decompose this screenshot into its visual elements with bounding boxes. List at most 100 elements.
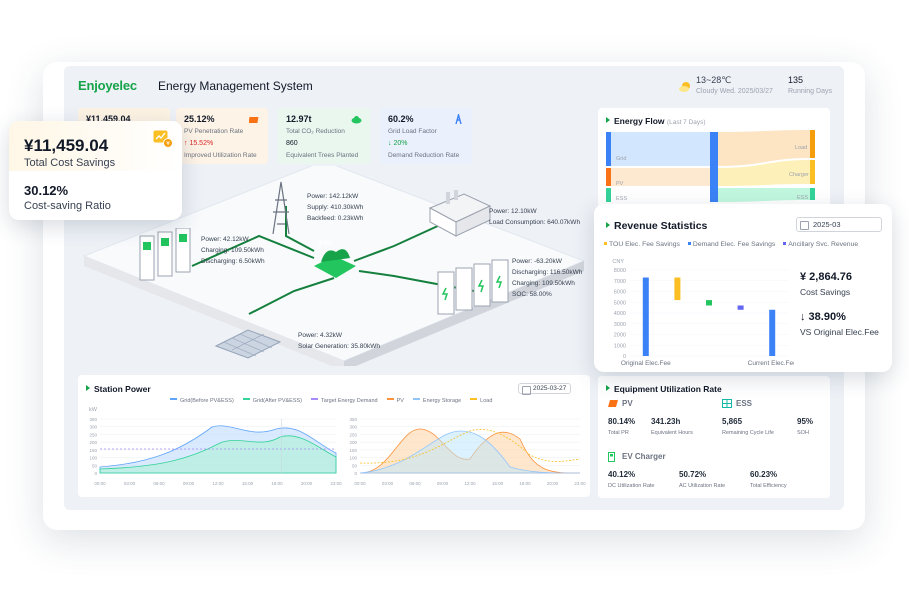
legend-label: PV (396, 398, 404, 404)
ev-dc-label: DC Utilization Rate (608, 483, 655, 489)
station-power-legend-item[interactable]: Energy Storage (412, 398, 462, 404)
kpi-card-pv-penetration[interactable]: 25.12% PV Penetration Rate ↑ 15.52% Impr… (176, 108, 268, 164)
ev-charger-icon (608, 452, 615, 462)
waterfall-bar (737, 305, 744, 310)
station-power-legend-item[interactable]: Grid(Before PV&ESS) (170, 398, 234, 404)
cost-savings-card[interactable]: ¥11,459.04 Total Cost Savings ¥ 30.12% C… (9, 121, 182, 220)
kpi-card-grid-load[interactable]: 60.2% Grid Load Factor ↓ 20% Demand Redu… (380, 108, 472, 164)
revenue-savings-label: Cost Savings (800, 287, 851, 297)
revenue-title: Revenue Statistics (606, 220, 707, 232)
building-illustration (428, 190, 492, 237)
y-tick-label: 4000 (614, 311, 626, 317)
y-tick-label: 200 (349, 440, 357, 445)
kpi-label: Total CO₂ Reduction (286, 128, 345, 135)
station-power-legend-item[interactable]: Load (470, 398, 492, 404)
x-tick-label: 23:00 (330, 481, 342, 486)
y-tick-label: 0 (94, 471, 97, 476)
calendar-icon (522, 386, 531, 395)
legend-label: Demand Elec. Fee Savings (692, 241, 776, 248)
grid-flow-info: Power: 142.12kW Supply: 410.30kWh Backfe… (307, 191, 363, 224)
x-tick-label: 09:00 (437, 481, 449, 486)
y-tick-label: 2000 (614, 333, 626, 339)
brand-logo: Enjoyelec (78, 78, 137, 93)
ess-power-text: Power: -63.20kW (512, 258, 562, 265)
revenue-statistics-card: Revenue Statistics 2025-03 TOU Elec. Fee… (594, 204, 892, 372)
sankey-source-ess: ESS (616, 196, 628, 202)
x-tick-label: 12:00 (212, 481, 224, 486)
revenue-date: 2025-03 (813, 220, 841, 229)
pv-equiv-hours-value: 341.23h (651, 417, 681, 426)
ess-battery-illustration (437, 259, 509, 315)
kpi-sublabel: Demand Reduction Rate (388, 152, 460, 159)
revenue-savings-value: ¥ 2,864.76 (800, 271, 852, 283)
x-tick-label: 03:00 (382, 481, 394, 486)
y-tick-label: 350 (89, 417, 97, 422)
svg-text:¥: ¥ (166, 141, 170, 148)
y-tick-label: 250 (89, 432, 97, 437)
y-tick-label: 300 (89, 425, 97, 430)
total-cost-savings-value: ¥11,459.04 (24, 136, 109, 155)
pv-generation-text: Solar Generation: 35.80kWh (298, 343, 381, 350)
running-days-label: Running Days (788, 88, 832, 95)
revenue-month-picker[interactable]: 2025-03 (796, 217, 882, 232)
y-tick-label: 100 (89, 456, 97, 461)
ev-efficiency-label: Total Efficiency (750, 483, 787, 489)
station-power-legend-item[interactable]: PV (386, 398, 404, 404)
revenue-pct-label: VS Original Elec.Fee (800, 327, 879, 337)
y-tick-label: 250 (349, 432, 357, 437)
ess-soc-text: SOC: 58.00% (512, 291, 552, 298)
x-tick-label: 15:00 (492, 481, 504, 486)
station-power-date: 2025-03-27 (533, 385, 567, 392)
ev-efficiency-value: 60.23% (750, 470, 778, 479)
ess-charging-text: Charging: 109.50kWh (512, 280, 575, 287)
legend-swatch (242, 398, 250, 400)
y-tick-label: 7000 (614, 279, 626, 285)
iems-hub-label: iEMS (318, 241, 333, 247)
equipment-utilization-panel: Equipment Utilization Rate PV ESS 80.14%… (598, 376, 830, 498)
x-tick-label: 20:00 (547, 481, 559, 486)
legend-label: Energy Storage (422, 398, 462, 404)
y-tick-label: 150 (89, 448, 97, 453)
legend-label: Ancillary Svc. Revenue (788, 241, 859, 248)
waterfall-bar (642, 277, 649, 356)
x-tick-label: 00:00 (94, 481, 106, 486)
y-tick-label: 0 (354, 471, 357, 476)
equipment-utilization-title: Equipment Utilization Rate (606, 384, 722, 394)
energy-flow-sankey (606, 130, 815, 202)
legend-swatch (783, 242, 787, 245)
app-title: Energy Management System (158, 79, 313, 93)
running-days-value: 135 (788, 75, 804, 85)
weather-date: Cloudy Wed. 2025/03/27 (696, 88, 773, 95)
sankey-target-charger: Charger (789, 172, 809, 178)
y-tick-label: 6000 (614, 290, 626, 296)
y-axis-label: CNY (612, 259, 624, 265)
ev-section-title: EV Charger (622, 452, 666, 461)
y-tick-label: 350 (349, 417, 357, 422)
x-tick-label: 18:00 (271, 481, 283, 486)
station-power-legend-item[interactable]: Target Energy Demand (311, 398, 378, 404)
x-tick-label: 06:00 (409, 481, 421, 486)
ev-ac-value: 50.72% (679, 470, 707, 479)
station-power-date-picker[interactable]: 2025-03-27 (518, 383, 572, 395)
sankey-source-grid: Grid (616, 156, 627, 162)
calendar-icon (800, 221, 809, 230)
revenue-legend-item[interactable]: Ancillary Svc. Revenue (783, 241, 858, 248)
y-tick-label: 3000 (614, 322, 626, 328)
y-tick-label: 8000 (614, 268, 626, 274)
power-tower-illustration (272, 181, 290, 234)
kpi-card-co2[interactable]: 12.97t Total CO₂ Reduction 860 Equivalen… (278, 108, 370, 164)
ev-ac-label: AC Utilization Rate (679, 483, 726, 489)
legend-swatch (311, 398, 319, 400)
revenue-legend-item[interactable]: Demand Elec. Fee Savings (687, 241, 776, 248)
revenue-pct-value: ↓ 38.90% (800, 311, 846, 323)
kpi-change: ↑ 15.52% (184, 140, 214, 147)
cost-saving-ratio-value: 30.12% (24, 183, 69, 198)
pv-total-pr-value: 80.14% (608, 417, 636, 426)
revenue-legend-item[interactable]: TOU Elec. Fee Savings (604, 241, 680, 248)
kpi-value: 25.12% (184, 114, 215, 124)
x-tick-label: 06:00 (153, 481, 165, 486)
station-power-legend-item[interactable]: Grid(After PV&ESS) (242, 398, 302, 404)
pv-equiv-hours-label: Equivalent Hours (651, 430, 693, 436)
y-tick-label: 50 (92, 463, 98, 468)
load-flow-info: Power: 12.10kW Load Consumption: 640.07k… (489, 206, 580, 228)
